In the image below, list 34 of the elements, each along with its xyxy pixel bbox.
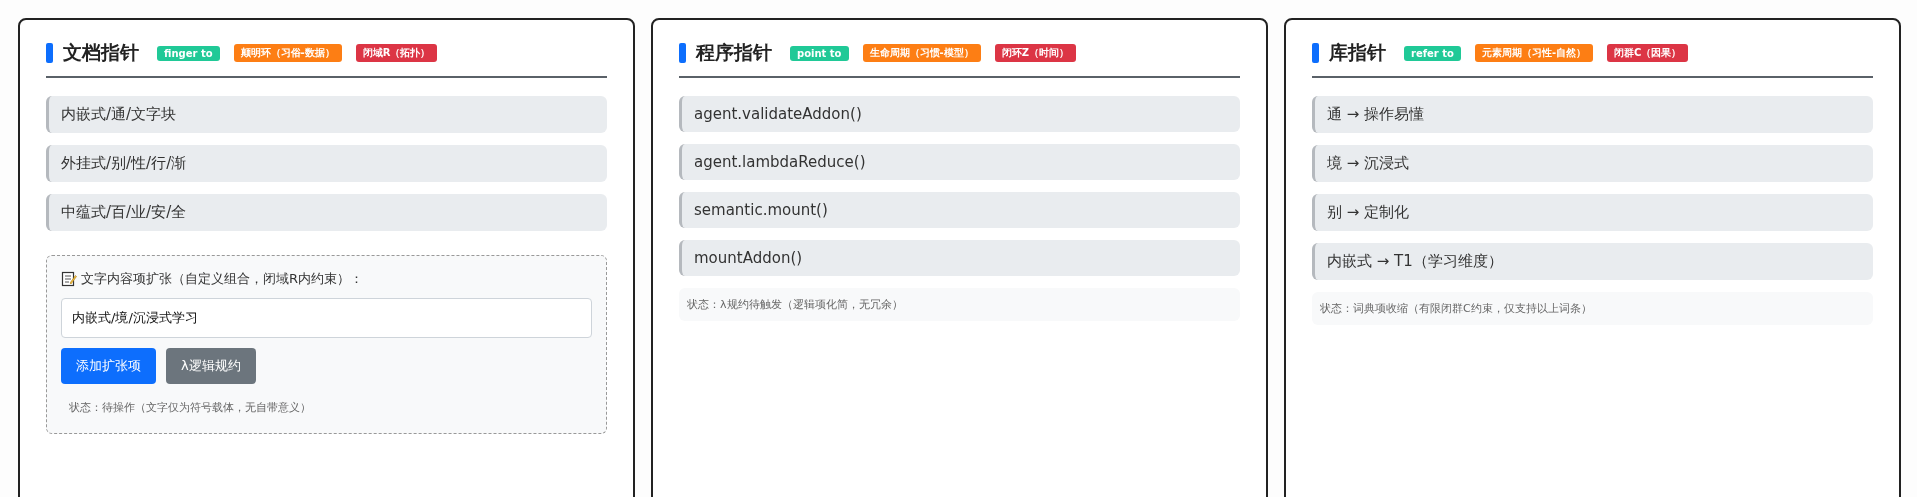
list-item[interactable]: 中蕴式/百/业/安/全 [46,194,607,231]
list-item[interactable]: semantic.mount() [679,192,1240,228]
tag: 生命周期（习惯-模型） [862,44,981,62]
add-button[interactable]: 添加扩张项 [61,348,156,384]
tag: 闭群C（因果） [1607,44,1689,62]
list-item[interactable]: agent.lambdaReduce() [679,144,1240,180]
tag: refer to [1404,45,1461,61]
list-item[interactable]: 内嵌式/通/文字块 [46,96,607,133]
list-item[interactable]: 境 → 沉浸式 [1312,145,1873,182]
list-item[interactable]: 内嵌式 → T1（学习维度） [1312,243,1873,280]
card-title: 库指针 [1329,40,1386,65]
list-item[interactable]: mountAddon() [679,240,1240,276]
status-bar: 状态：词典项收缩（有限闭群C约束，仅支持以上词条） [1312,292,1873,325]
card-title: 文档指针 [63,40,139,65]
tag: 闭环Z（时间） [994,44,1076,62]
memo-icon [61,271,77,287]
tag: 元素周期（习性-自然） [1474,44,1594,62]
input-field[interactable]: 内嵌式/境/沉浸式学习 [61,298,592,338]
field-label: 文字内容项扩张（自定义组合，闭域R内约束）： [81,270,364,288]
tag: finger to [157,45,220,61]
list-item[interactable]: agent.validateAddon() [679,96,1240,132]
status-bar: 状态：λ规约待触发（逻辑项化简，无冗余） [679,288,1240,321]
reduce-button[interactable]: λ逻辑规约 [166,348,256,384]
tag: 闭域R（拓扑） [355,44,438,62]
card-title: 程序指针 [696,40,772,65]
tag: 颠明环（习俗-数据） [233,44,342,62]
accent-bar [679,43,686,63]
accent-bar [46,43,53,63]
tag: point to [790,45,849,61]
list-item[interactable]: 别 → 定制化 [1312,194,1873,231]
list-item[interactable]: 通 → 操作易懂 [1312,96,1873,133]
status-text: 状态：待操作（文字仅为符号载体，无自带意义） [68,400,312,415]
list-item[interactable]: 外挂式/别/性/行/渐 [46,145,607,182]
accent-bar [1312,43,1319,63]
